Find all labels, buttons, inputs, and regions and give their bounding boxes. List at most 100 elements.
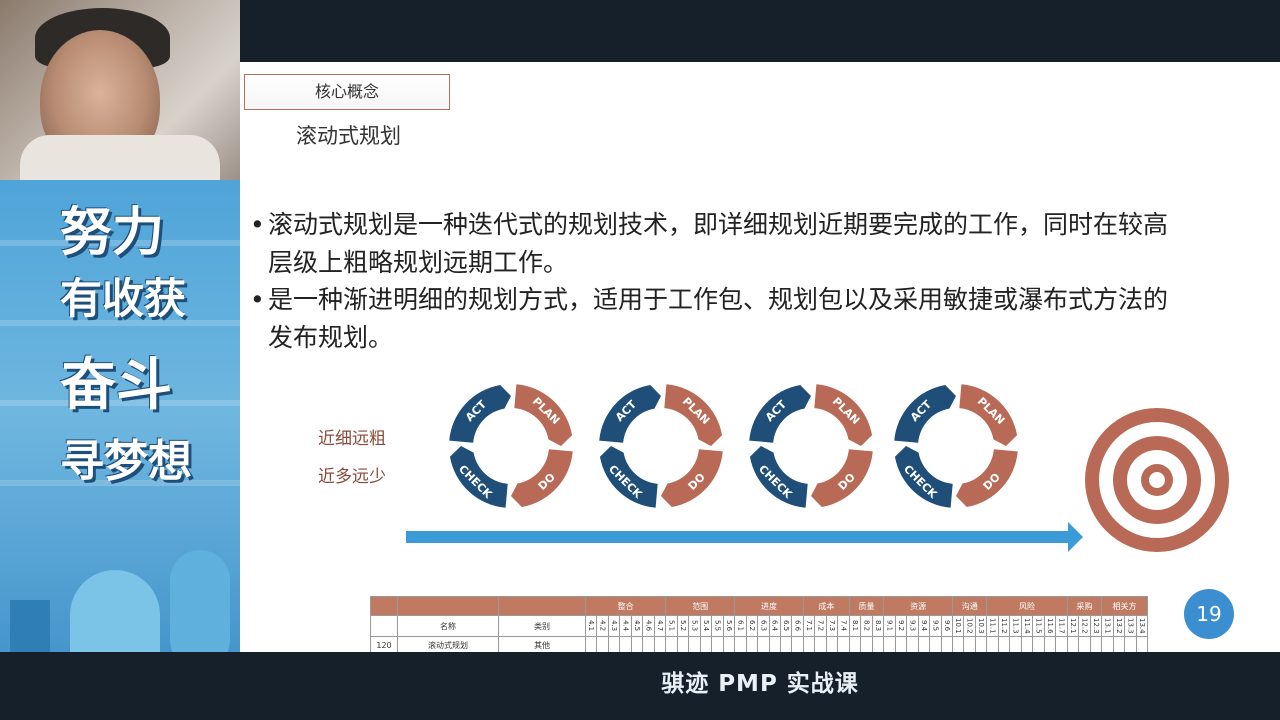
bullet-text: 是一种渐进明细的规划方式，适用于工作包、规划包以及采用敏捷或瀑布式方法的发布规划… [268,285,1169,352]
table-cell [596,636,609,654]
process-code: 5.2 [676,615,690,637]
process-code: 11.7 [1055,615,1068,637]
bullet-point: • 是一种渐进明细的规划方式，适用于工作包、规划包以及采用敏捷或瀑布式方法的发布… [250,281,1170,357]
table-cell [642,636,655,654]
table-cell [768,636,781,654]
table-cell [745,636,759,654]
process-code: 11.5 [1032,615,1045,637]
table-cell [676,636,690,654]
table-cell [951,636,965,654]
process-code: 11.2 [997,615,1011,637]
process-code: 12.2 [1078,615,1091,637]
table-group-header: 相关方 [1101,596,1148,616]
pdca-diagram: PLANDOCHECKACT PLANDOCHECKACT PLANDOCHECKA… [406,384,1229,552]
table-cell [986,636,999,654]
process-code: 4.3 [607,615,621,637]
process-code: 4.4 [619,615,632,637]
process-code: 12.1 [1066,615,1080,637]
process-code: 7.1 [802,615,816,637]
table-cell [757,636,770,654]
table-cell [1089,636,1103,654]
table-cell [802,636,816,654]
table-cell [825,636,839,654]
process-code: 9.4 [917,615,931,637]
row-id: 120 [370,636,398,654]
process-code: 5.3 [688,615,701,637]
table-cell [963,636,976,654]
process-code: 6.5 [779,615,793,637]
banner-motto-2: 有收获 [60,274,187,323]
process-code: 13.4 [1135,615,1148,637]
table-cell [906,636,919,654]
process-code: 5.6 [722,615,736,637]
table-cell [929,636,942,654]
process-code: 5.1 [665,615,678,637]
process-code: 10.3 [974,615,988,637]
table-cell [1101,636,1114,654]
process-code: 4.5 [630,615,644,637]
table-cell [1078,636,1091,654]
table-cell [653,636,667,654]
process-code: 6.1 [734,615,747,637]
table-group-header: 范围 [665,596,736,616]
process-code: 11.3 [1009,615,1022,637]
row-type: 其他 [498,636,586,654]
table-group-header: 沟通 [951,596,988,616]
process-code: 8.1 [848,615,862,637]
process-code: 7.3 [825,615,839,637]
process-code: 4.6 [642,615,655,637]
table-cell [997,636,1011,654]
banner-motto-1: 努力 [60,203,165,263]
progress-arrow-head [1068,522,1083,552]
process-code: 9.5 [929,615,942,637]
table-cell [883,636,896,654]
table-cell [860,636,873,654]
table-cell [917,636,931,654]
table-cell [688,636,701,654]
process-code: 4.7 [653,615,667,637]
table-cell [370,596,398,616]
table-cell [779,636,793,654]
process-code: 8.2 [860,615,873,637]
row-name: 滚动式规划 [397,636,499,654]
slide-title: 滚动式规划 [296,124,401,148]
table-group-header: 整合 [584,596,667,616]
process-code: 9.1 [883,615,896,637]
table-cell [791,636,804,654]
process-table: 整合 范围 进度 成本 质量 资源 沟通 风险 采购 相关方 名称 类别 4.1… [370,596,1148,654]
video-caption: 骐迹 PMP 实战课 [661,671,859,697]
table-cell [837,636,850,654]
progress-arrow [406,531,1070,543]
table-row: 120 滚动式规划 其他 [370,636,1148,654]
table-cell [584,636,598,654]
table-cell [619,636,632,654]
presenter-shirt [20,135,220,180]
presenter-webcam [0,0,240,180]
process-code: 6.3 [757,615,770,637]
table-group-header: 成本 [802,596,850,616]
table-cell [711,636,724,654]
table-cell [397,596,499,616]
process-code: 11.1 [986,615,999,637]
process-code: 9.6 [940,615,954,637]
table-cell [1135,636,1148,654]
table-cell [894,636,908,654]
process-code: 6.2 [745,615,759,637]
table-cell [1066,636,1080,654]
process-code: 13.1 [1101,615,1114,637]
table-group-header: 质量 [848,596,885,616]
table-cell [814,636,827,654]
process-code: 7.2 [814,615,827,637]
bullet-point: • 滚动式规划是一种迭代式的规划技术，即详细规划近期要完成的工作，同时在较高层级… [250,206,1170,282]
process-code: 4.2 [596,615,609,637]
bullet-dot: • [250,285,265,314]
table-cell [630,636,644,654]
process-code: 11.6 [1043,615,1057,637]
process-code: 9.2 [894,615,908,637]
table-group-header: 风险 [986,596,1068,616]
table-cell [1124,636,1137,654]
table-cell [1032,636,1045,654]
promo-banner: 努力 有收获 奋斗 寻梦想 [0,180,240,698]
table-cell [1112,636,1126,654]
process-code: 13.3 [1124,615,1137,637]
